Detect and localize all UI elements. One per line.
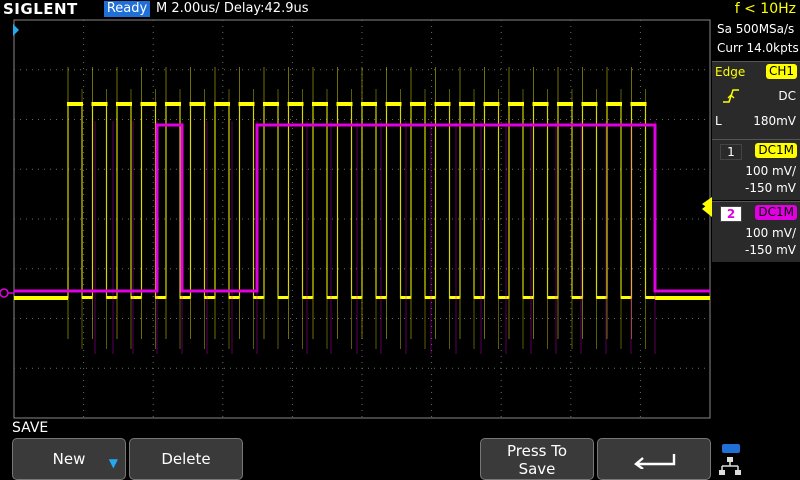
channel-1-low-level: [204, 296, 215, 299]
channel-1-low-level: [302, 296, 313, 299]
network-icon: [716, 439, 746, 479]
channel-1-number: 1: [720, 144, 742, 160]
channel-1-high-level: [410, 102, 426, 106]
rising-edge-icon: [722, 88, 740, 107]
waveform-display[interactable]: [0, 19, 712, 419]
channel-1-high-level: [238, 102, 255, 106]
channel-1-high-level: [140, 102, 157, 106]
channel-1-high-level: [606, 102, 622, 106]
acquisition-panel: Sa 500MSa/s Curr 14.0kpts: [712, 19, 800, 61]
delete-button[interactable]: Delete: [129, 438, 243, 480]
channel-1-low-level: [523, 296, 533, 299]
channel-select-pointer-icon: [702, 201, 712, 217]
trigger-coupling: DC: [778, 89, 796, 103]
channel-1-high-level: [91, 102, 108, 106]
channel-1-panel[interactable]: 1 DC1M 100 mV/ -150 mV: [712, 139, 800, 200]
channel-1-high-level: [434, 102, 451, 106]
channel-1-low-level: [253, 296, 264, 299]
channel-2-offset: -150 mV: [745, 243, 796, 257]
press-to-save-line1: Press To: [506, 442, 568, 460]
channel-1-low-level: [14, 296, 68, 300]
channel-1-low-level: [180, 296, 190, 299]
channel-1-high-level: [214, 102, 230, 106]
channel-1-low-level: [229, 296, 239, 299]
trigger-mode: L: [715, 114, 722, 128]
top-status-bar: SIGLENT Ready M 2.00us/ Delay:42.9us f <…: [0, 0, 800, 19]
delete-button-label: Delete: [161, 450, 211, 468]
channel-1-high-level: [483, 102, 500, 106]
brand-logo: SIGLENT: [3, 0, 78, 18]
channel-1-high-level: [165, 102, 181, 106]
channel-1-low-level: [474, 296, 484, 299]
trigger-source-badge: CH1: [765, 64, 797, 79]
channel-1-high-level: [630, 102, 647, 106]
channel-1-high-level: [287, 102, 304, 106]
channel-1-low-level: [278, 296, 288, 299]
menu-title: SAVE: [12, 420, 49, 436]
channel-2-scale: 100 mV/: [745, 226, 796, 240]
channel-1-low-level: [400, 296, 411, 299]
channel-1-high-level: [361, 102, 377, 106]
channel-1-low-level: [82, 296, 92, 299]
channel-1-high-level: [336, 102, 353, 106]
channel-1-scale: 100 mV/: [745, 164, 796, 178]
channel-1-high-level: [532, 102, 549, 106]
frequency-readout: f < 10Hz: [734, 1, 796, 17]
channel-2-number: 2: [720, 206, 742, 222]
channel-1-high-level: [67, 102, 83, 106]
channel-2-panel[interactable]: 2 DC1M 100 mV/ -150 mV: [702, 201, 800, 262]
channel-1-low-level: [106, 296, 117, 299]
press-to-save-button[interactable]: Press To Save: [480, 438, 594, 480]
trigger-panel[interactable]: Edge CH1 DC L 180mV: [712, 61, 800, 139]
memory-depth: Curr 14.0kpts: [717, 41, 799, 55]
new-button[interactable]: New ▼: [12, 438, 126, 480]
channel-1-low-level: [449, 296, 460, 299]
timebase-readout: M 2.00us/ Delay:42.9us: [156, 1, 309, 16]
channel-1-high-level: [581, 102, 598, 106]
channel-1-low-level: [498, 296, 509, 299]
channel-1-low-level: [327, 296, 337, 299]
channel-1-low-level: [655, 296, 710, 300]
channel-1-high-level: [263, 102, 279, 106]
channel-1-coupling-badge: DC1M: [755, 143, 797, 158]
channel-1-high-level: [116, 102, 132, 106]
channel-1-high-level: [459, 102, 475, 106]
channel-1-low-level: [131, 296, 141, 299]
sample-rate: Sa 500MSa/s: [717, 22, 795, 36]
channel-1-low-level: [351, 296, 362, 299]
return-arrow-icon: [634, 454, 676, 469]
chevron-down-icon: ▼: [108, 456, 118, 470]
channel-1-low-level: [596, 296, 607, 299]
channel-1-high-level: [312, 102, 328, 106]
back-button[interactable]: [597, 438, 711, 480]
trigger-type: Edge: [715, 65, 746, 79]
channel-2-coupling-badge: DC1M: [755, 205, 797, 220]
channel-1-high-level: [189, 102, 206, 106]
press-to-save-line2: Save: [518, 460, 556, 478]
channel-1-low-level: [572, 296, 582, 299]
channel-1-offset: -150 mV: [745, 181, 796, 195]
channel-1-high-level: [508, 102, 524, 106]
channel-1-low-level: [621, 296, 631, 299]
channel-1-high-level: [557, 102, 573, 106]
trigger-level: 180mV: [753, 114, 796, 128]
acquisition-status-badge: Ready: [104, 1, 150, 17]
channel-1-low-level: [645, 296, 656, 299]
channel-1-high-level: [385, 102, 402, 106]
channel-1-low-level: [425, 296, 435, 299]
